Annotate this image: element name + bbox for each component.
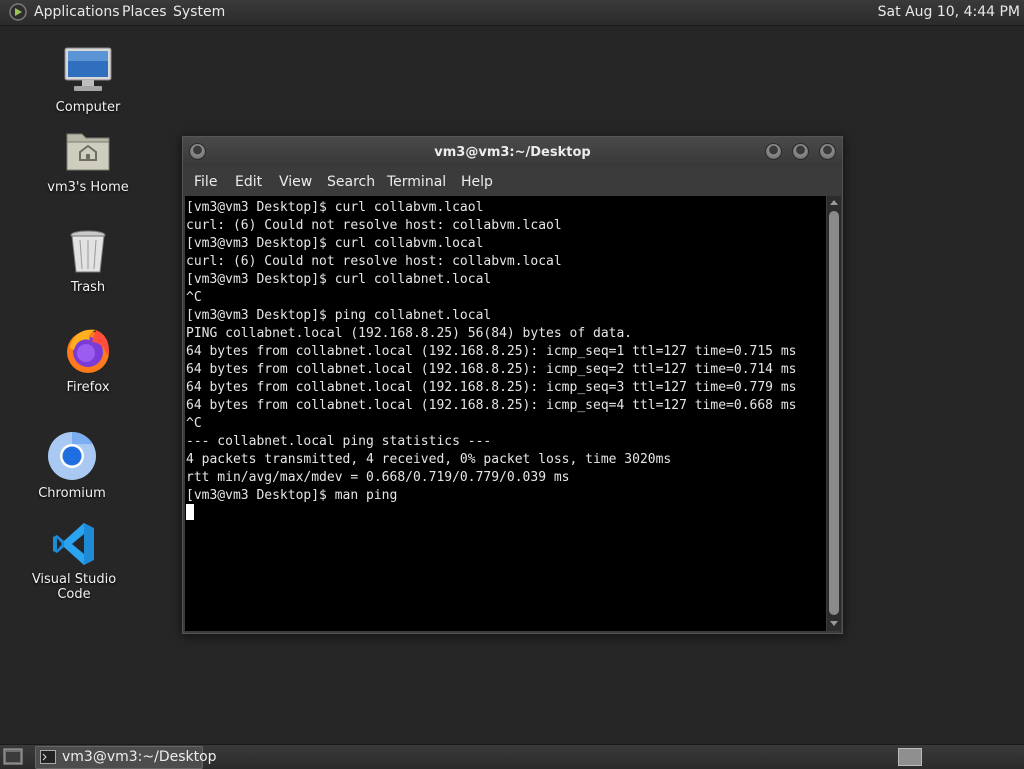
terminal-line: [vm3@vm3 Desktop]$ ping collabnet.local	[186, 308, 492, 323]
terminal-line: 64 bytes from collabnet.local (192.168.8…	[186, 398, 797, 413]
terminal-scrollbar[interactable]	[827, 196, 841, 631]
desktop-icon-home[interactable]: vm3's Home	[28, 126, 148, 195]
terminal-window[interactable]: vm3@vm3:~/Desktop File Edit View Search …	[182, 136, 843, 634]
maximize-button[interactable]	[792, 143, 809, 160]
terminal-line: curl: (6) Could not resolve host: collab…	[186, 218, 562, 233]
top-panel: Applications Places System Sat Aug 10, 4…	[0, 0, 1024, 26]
taskbar-window-label: vm3@vm3:~/Desktop	[62, 749, 217, 765]
terminal-line: 64 bytes from collabnet.local (192.168.8…	[186, 362, 797, 377]
menu-help[interactable]: Help	[461, 174, 493, 190]
terminal-line: 64 bytes from collabnet.local (192.168.8…	[186, 380, 797, 395]
menu-file[interactable]: File	[194, 174, 217, 190]
close-button[interactable]	[819, 143, 836, 160]
clock[interactable]: Sat Aug 10, 4:44 PM	[878, 4, 1020, 20]
menu-search[interactable]: Search	[327, 174, 375, 190]
menu-edit[interactable]: Edit	[235, 174, 262, 190]
menu-terminal[interactable]: Terminal	[387, 174, 446, 190]
desktop-icon-computer[interactable]: Computer	[28, 44, 148, 115]
terminal-output[interactable]: [vm3@vm3 Desktop]$ curl collabvm.lcaol cu…	[185, 196, 826, 631]
desktop-icon-label: Chromium	[38, 486, 106, 501]
window-title: vm3@vm3:~/Desktop	[434, 145, 591, 160]
menu-system[interactable]: System	[173, 4, 225, 20]
terminal-cursor	[186, 504, 194, 520]
desktop-icon-label: Visual Studio Code	[31, 572, 117, 602]
terminal-line: ^C	[186, 290, 202, 305]
terminal-line: ^C	[186, 416, 202, 431]
terminal-line: 64 bytes from collabnet.local (192.168.8…	[186, 344, 797, 359]
desktop-icon-chromium[interactable]: Chromium	[12, 430, 132, 501]
terminal-line: --- collabnet.local ping statistics ---	[186, 434, 492, 449]
workspace-switcher[interactable]	[898, 748, 922, 766]
scroll-up-icon[interactable]	[830, 200, 838, 205]
show-desktop-icon[interactable]	[3, 748, 23, 765]
desktop-icon-vscode[interactable]: Visual Studio Code	[14, 520, 134, 602]
minimize-button[interactable]	[765, 143, 782, 160]
scroll-down-icon[interactable]	[830, 621, 838, 626]
scrollbar-thumb[interactable]	[829, 211, 839, 615]
terminal-line: [vm3@vm3 Desktop]$ curl collabnet.local	[186, 272, 492, 287]
desktop-icon-firefox[interactable]: Firefox	[28, 324, 148, 395]
desktop-icon-label: Computer	[55, 100, 121, 115]
desktop-icon-label: Trash	[70, 280, 106, 295]
terminal-line: 4 packets transmitted, 4 received, 0% pa…	[186, 452, 672, 467]
window-titlebar[interactable]: vm3@vm3:~/Desktop	[183, 137, 842, 167]
taskbar-window-button[interactable]: vm3@vm3:~/Desktop	[35, 746, 217, 769]
terminal-line: [vm3@vm3 Desktop]$ man ping	[186, 488, 398, 503]
terminal-menubar: File Edit View Search Terminal Help	[183, 167, 842, 196]
desktop-icon-label: vm3's Home	[47, 180, 129, 195]
trash-icon	[70, 230, 106, 273]
vscode-icon	[53, 523, 94, 565]
computer-icon	[64, 47, 112, 91]
bottom-panel: vm3@vm3:~/Desktop	[0, 744, 1024, 769]
menu-view[interactable]: View	[279, 174, 312, 190]
terminal-line: curl: (6) Could not resolve host: collab…	[186, 254, 562, 269]
terminal-line: [vm3@vm3 Desktop]$ curl collabvm.local	[186, 236, 484, 251]
terminal-line: PING collabnet.local (192.168.8.25) 56(8…	[186, 326, 633, 341]
home-folder-icon	[66, 133, 110, 171]
terminal-icon	[40, 750, 56, 764]
desktop-icon-trash[interactable]: Trash	[28, 226, 148, 295]
terminal-lines: [vm3@vm3 Desktop]$ curl collabvm.lcaol cu…	[186, 199, 796, 505]
terminal-line: [vm3@vm3 Desktop]$ curl collabvm.lcaol	[186, 200, 484, 215]
menu-applications[interactable]: Applications	[34, 4, 120, 20]
menu-places[interactable]: Places	[122, 4, 167, 20]
firefox-icon	[67, 329, 109, 373]
terminal-line: rtt min/avg/max/mdev = 0.668/0.719/0.779…	[186, 470, 570, 485]
desktop-icon-label: Firefox	[66, 380, 110, 395]
chromium-icon	[48, 432, 96, 480]
gnome-foot-icon[interactable]	[9, 3, 27, 21]
